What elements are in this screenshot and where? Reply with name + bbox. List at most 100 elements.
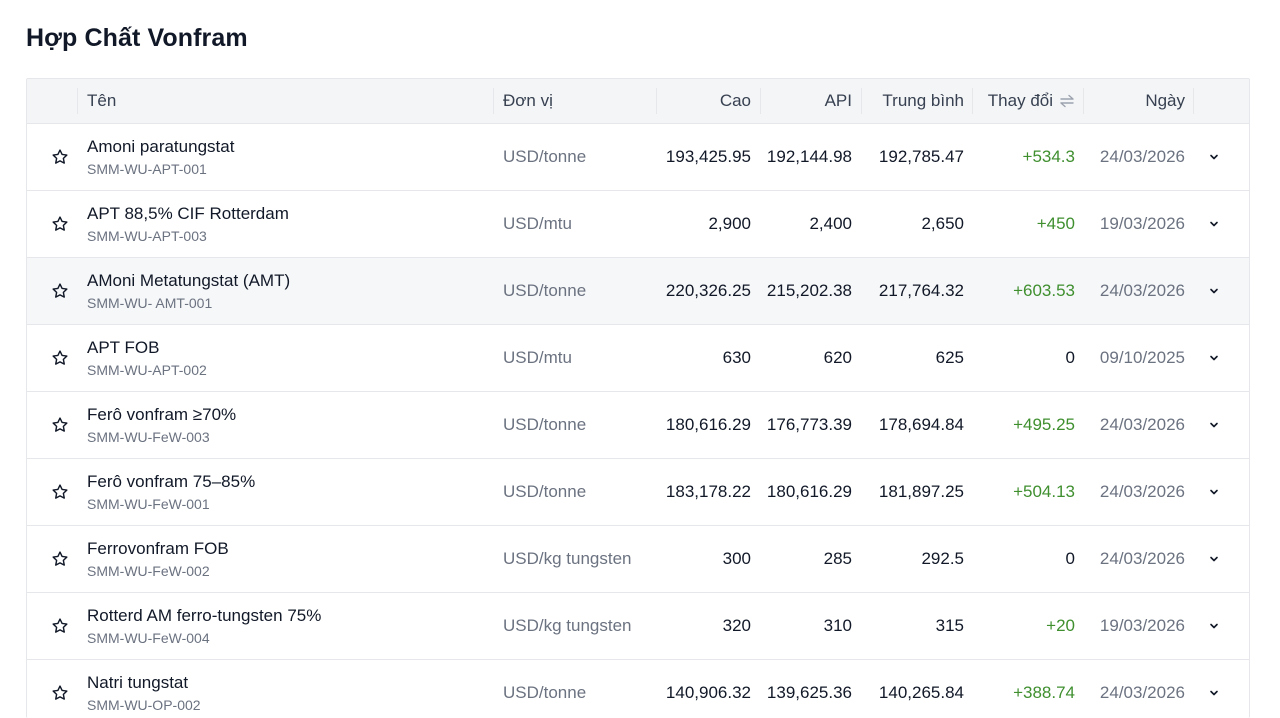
product-code: SMM-WU-FeW-001 — [87, 495, 210, 512]
high-value: 183,178.22 — [665, 482, 751, 501]
header-date[interactable]: Ngày — [1085, 79, 1185, 123]
low-value: 180,616.29 — [766, 482, 852, 501]
star-icon[interactable] — [49, 258, 71, 324]
star-icon[interactable] — [49, 526, 71, 592]
unit-cell: USD/kg tungsten — [503, 526, 663, 592]
chevron-down-icon[interactable] — [1204, 325, 1224, 391]
table-row[interactable]: Natri tungstat SMM-WU-OP-002 USD/tonne 1… — [27, 660, 1249, 718]
high-cell: 630 — [657, 325, 751, 391]
avg-value: 140,265.84 — [878, 683, 964, 702]
unit-value: USD/kg tungsten — [503, 616, 632, 635]
unit-cell: USD/tonne — [503, 660, 663, 718]
product-cell[interactable]: AMoni Metatungstat (AMT) SMM-WU- AMT-001 — [87, 258, 487, 324]
product-cell[interactable]: Rotterd AM ferro-tungsten 75% SMM-WU-FeW… — [87, 593, 487, 659]
product-name[interactable]: Ferrovonfram FOB — [87, 538, 229, 560]
star-icon[interactable] — [49, 392, 71, 458]
high-cell: 140,906.32 — [657, 660, 751, 718]
product-name[interactable]: AMoni Metatungstat (AMT) — [87, 270, 290, 292]
unit-cell: USD/tonne — [503, 124, 663, 190]
product-cell[interactable]: Amoni paratungstat SMM-WU-APT-001 — [87, 124, 487, 190]
header-avg[interactable]: Trung bình — [857, 79, 964, 123]
product-cell[interactable]: Natri tungstat SMM-WU-OP-002 — [87, 660, 487, 718]
product-name[interactable]: APT 88,5% CIF Rotterdam — [87, 203, 289, 225]
star-icon[interactable] — [49, 124, 71, 190]
high-cell: 320 — [657, 593, 751, 659]
header-low[interactable]: API — [757, 79, 852, 123]
product-cell[interactable]: Ferô vonfram 75–85% SMM-WU-FeW-001 — [87, 459, 487, 525]
table-row[interactable]: AMoni Metatungstat (AMT) SMM-WU- AMT-001… — [27, 258, 1249, 325]
product-name[interactable]: Rotterd AM ferro-tungsten 75% — [87, 605, 321, 627]
product-code: SMM-WU-APT-002 — [87, 361, 207, 378]
table-row[interactable]: APT 88,5% CIF Rotterdam SMM-WU-APT-003 U… — [27, 191, 1249, 258]
chevron-down-icon[interactable] — [1204, 459, 1224, 525]
date-value: 09/10/2025 — [1099, 348, 1185, 367]
star-icon[interactable] — [49, 593, 71, 659]
chevron-down-icon[interactable] — [1204, 526, 1224, 592]
chevron-down-icon[interactable] — [1204, 191, 1224, 257]
date-value: 24/03/2026 — [1099, 147, 1185, 166]
table-row[interactable]: Ferô vonfram 75–85% SMM-WU-FeW-001 USD/t… — [27, 459, 1249, 526]
column-separator — [493, 88, 494, 114]
product-name[interactable]: Amoni paratungstat — [87, 136, 234, 158]
unit-cell: USD/tonne — [503, 392, 663, 458]
product-name[interactable]: Natri tungstat — [87, 672, 201, 694]
change-value: +504.13 — [1013, 482, 1075, 501]
star-icon[interactable] — [49, 459, 71, 525]
chevron-down-icon[interactable] — [1204, 124, 1224, 190]
high-value: 220,326.25 — [665, 281, 751, 300]
low-value: 176,773.39 — [766, 415, 852, 434]
product-cell[interactable]: APT FOB SMM-WU-APT-002 — [87, 325, 487, 391]
table-row[interactable]: Amoni paratungstat SMM-WU-APT-001 USD/to… — [27, 124, 1249, 191]
unit-cell: USD/mtu — [503, 325, 663, 391]
date-value: 24/03/2026 — [1099, 482, 1185, 501]
header-change[interactable]: Thay đổi — [972, 79, 1075, 123]
low-cell: 192,144.98 — [757, 124, 852, 190]
high-value: 193,425.95 — [665, 147, 751, 166]
avg-cell: 181,897.25 — [857, 459, 964, 525]
unit-value: USD/tonne — [503, 482, 587, 501]
sort-arrows-icon[interactable] — [1059, 94, 1075, 108]
star-icon[interactable] — [49, 191, 71, 257]
product-code: SMM-WU-FeW-003 — [87, 428, 210, 445]
change-cell: +388.74 — [972, 660, 1075, 718]
change-value: +388.74 — [1013, 683, 1075, 702]
low-value: 310 — [823, 616, 852, 635]
product-cell[interactable]: Ferrovonfram FOB SMM-WU-FeW-002 — [87, 526, 487, 592]
date-cell: 19/03/2026 — [1085, 191, 1185, 257]
low-value: 620 — [823, 348, 852, 367]
unit-cell: USD/tonne — [503, 258, 663, 324]
product-name[interactable]: Ferô vonfram 75–85% — [87, 471, 255, 493]
change-value: +495.25 — [1013, 415, 1075, 434]
chevron-down-icon[interactable] — [1204, 392, 1224, 458]
low-cell: 2,400 — [757, 191, 852, 257]
product-name[interactable]: Ferô vonfram ≥70% — [87, 404, 236, 426]
chevron-down-icon[interactable] — [1204, 258, 1224, 324]
high-value: 320 — [722, 616, 751, 635]
header-unit[interactable]: Đơn vị — [503, 79, 663, 123]
product-cell[interactable]: Ferô vonfram ≥70% SMM-WU-FeW-003 — [87, 392, 487, 458]
avg-value: 192,785.47 — [878, 147, 964, 166]
change-cell: +504.13 — [972, 459, 1075, 525]
unit-cell: USD/tonne — [503, 459, 663, 525]
table-row[interactable]: Ferô vonfram ≥70% SMM-WU-FeW-003 USD/ton… — [27, 392, 1249, 459]
avg-value: 2,650 — [921, 214, 964, 233]
star-icon[interactable] — [49, 325, 71, 391]
table-row[interactable]: Rotterd AM ferro-tungsten 75% SMM-WU-FeW… — [27, 593, 1249, 660]
product-cell[interactable]: APT 88,5% CIF Rotterdam SMM-WU-APT-003 — [87, 191, 487, 257]
chevron-down-icon[interactable] — [1204, 593, 1224, 659]
table-row[interactable]: Ferrovonfram FOB SMM-WU-FeW-002 USD/kg t… — [27, 526, 1249, 593]
date-cell: 24/03/2026 — [1085, 258, 1185, 324]
product-code: SMM-WU-FeW-004 — [87, 629, 210, 646]
price-table: Tên Đơn vị Cao API Trung bình Thay đổi N… — [26, 78, 1250, 718]
table-row[interactable]: APT FOB SMM-WU-APT-002 USD/mtu 630 620 6… — [27, 325, 1249, 392]
star-icon[interactable] — [49, 660, 71, 718]
product-name[interactable]: APT FOB — [87, 337, 207, 359]
high-cell: 220,326.25 — [657, 258, 751, 324]
avg-value: 625 — [935, 348, 964, 367]
header-high[interactable]: Cao — [657, 79, 751, 123]
header-name[interactable]: Tên — [87, 79, 487, 123]
avg-value: 217,764.32 — [878, 281, 964, 300]
product-code: SMM-WU-APT-003 — [87, 227, 207, 244]
chevron-down-icon[interactable] — [1204, 660, 1224, 718]
date-cell: 24/03/2026 — [1085, 526, 1185, 592]
